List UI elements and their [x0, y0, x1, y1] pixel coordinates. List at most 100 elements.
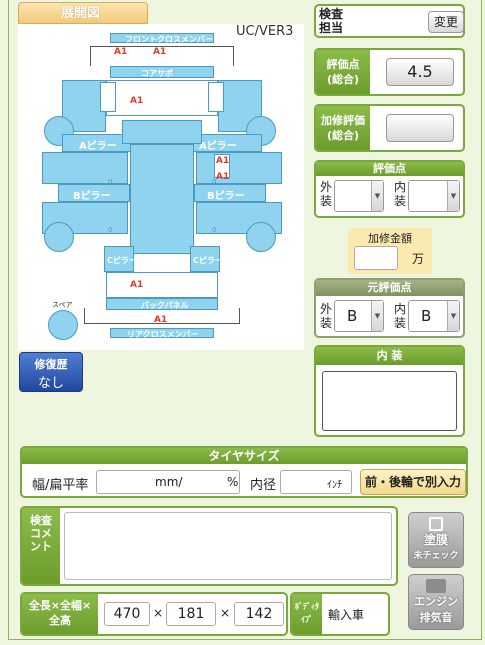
body-type-label: ﾎﾞﾃﾞｨﾀｲﾌﾟ: [292, 594, 322, 634]
spray-icon: [429, 517, 443, 531]
version-label: UC/VER3: [236, 24, 294, 39]
zero-mark: 0: [212, 226, 217, 234]
dimensions-box: 全長×全幅×全高 470 × 181 × 142: [20, 592, 288, 636]
repair-score-box: 加修評価(総合): [314, 104, 465, 152]
times-sign: ×: [220, 606, 231, 620]
comment-label-text: 検査コメント: [30, 514, 52, 553]
roof[interactable]: [130, 144, 194, 254]
rating-exterior-select[interactable]: ▼: [334, 180, 384, 212]
spare-tire[interactable]: [48, 310, 78, 340]
body-type-value[interactable]: 輸入車: [328, 606, 364, 623]
tire-inner-label: 内径: [250, 478, 277, 493]
dropdown-arrow-icon: ▼: [447, 181, 459, 211]
c-pillar-right[interactable]: Cピラー: [190, 246, 223, 272]
engine-sound-line2: 排気音: [419, 611, 453, 624]
original-interior-label: 内装: [394, 302, 407, 330]
height-input[interactable]: 142: [234, 602, 284, 626]
original-rating-box: 元評価点 外装 B ▼ 内装 B ▼: [314, 278, 465, 338]
rating-interior-select[interactable]: ▼: [408, 180, 460, 212]
comment-label: 検査コメント: [22, 508, 60, 584]
original-exterior-label: 外装: [320, 302, 333, 330]
tire-pct-unit: %: [227, 475, 239, 489]
tire-inner-input[interactable]: ｲﾝﾁ: [280, 470, 352, 494]
b-pillar-left-label: Bピラー: [73, 191, 111, 202]
a-pillar-right-label: Aピラー: [199, 141, 237, 152]
tire-width-label: 幅/扁平率: [32, 478, 89, 493]
original-exterior-select[interactable]: B ▼: [334, 300, 384, 332]
repair-score-label: 加修評価(総合): [316, 106, 370, 150]
b-pillar-right-label: Bピラー: [207, 191, 245, 202]
comment-textarea[interactable]: [64, 512, 392, 580]
damage-mark: A1: [154, 315, 168, 325]
interior-box: 内 装: [314, 345, 465, 437]
width-input[interactable]: 181: [166, 602, 216, 626]
length-input[interactable]: 470: [104, 602, 150, 626]
zero-mark: 0: [108, 226, 113, 234]
tire-box: タイヤサイズ 幅/扁平率 mm/ % 内径 ｲﾝﾁ 前・後輪で別入力: [20, 446, 468, 498]
front-cross-member[interactable]: フロントクロスメンバー: [110, 33, 214, 44]
windshield[interactable]: [122, 120, 202, 144]
engine-icon: [426, 579, 446, 593]
body-type-box: ﾎﾞﾃﾞｨﾀｲﾌﾟ 輸入車: [290, 592, 390, 636]
dropdown-arrow-icon: ▼: [447, 301, 459, 331]
original-exterior-value: B: [347, 307, 358, 325]
original-interior-select[interactable]: B ▼: [408, 300, 460, 332]
comment-box: 検査コメント: [20, 506, 398, 586]
paint-check-line2: 未チェック: [413, 551, 459, 561]
core-support[interactable]: コアサポ: [110, 66, 214, 78]
hood[interactable]: [106, 80, 218, 116]
tire-width-input[interactable]: mm/ %: [96, 470, 240, 494]
repair-history-value: なし: [37, 376, 64, 391]
zero-mark: 0: [212, 178, 217, 186]
rating-exterior-label: 外装: [320, 180, 333, 208]
rating-interior-label: 内装: [394, 180, 407, 208]
core-support-label: コアサポ: [141, 69, 173, 78]
repair-history-button[interactable]: 修復歴 なし: [19, 352, 83, 392]
tire-split-button[interactable]: 前・後輪で別入力: [360, 469, 466, 495]
tenkai-tab[interactable]: 展開図: [18, 2, 148, 24]
fender-inner-right[interactable]: [208, 82, 224, 112]
wheel-rear-right[interactable]: [246, 222, 276, 252]
dropdown-arrow-icon: ▼: [371, 301, 383, 331]
front-door-right[interactable]: [196, 152, 282, 184]
tire-inch-unit: ｲﾝﾁ: [327, 480, 342, 491]
damage-mark: A1: [130, 96, 144, 106]
repair-amount-unit: 万: [412, 252, 425, 266]
rear-cross-member[interactable]: リアクロスメンバー: [110, 328, 214, 339]
score-value[interactable]: 4.5: [386, 58, 454, 86]
car-diagram[interactable]: フロントクロスメンバー A1 A1 コアサポ A1 Aピラー Aピラー A1 A…: [18, 24, 304, 350]
repair-amount-label: 加修金額: [368, 232, 412, 245]
score-label: 評価点(総合): [316, 50, 370, 94]
front-door-left[interactable]: [42, 152, 128, 184]
c-pillar-left[interactable]: Cピラー: [104, 246, 137, 272]
damage-mark: A1: [114, 47, 128, 57]
tire-mm-unit: mm/: [155, 475, 183, 489]
c-pillar-left-label: Cピラー: [107, 256, 137, 265]
b-pillar-left[interactable]: Bピラー: [58, 184, 130, 202]
score-box: 評価点(総合) 4.5: [314, 48, 465, 96]
trunk-lid[interactable]: [106, 272, 218, 298]
a-pillar-left-label: Aピラー: [79, 141, 117, 152]
repair-amount-input[interactable]: [354, 246, 398, 270]
rear-cross-member-label: リアクロスメンバー: [127, 330, 199, 339]
tire-header: タイヤサイズ: [22, 448, 466, 464]
engine-sound-line1: エンジン: [414, 595, 458, 608]
original-rating-header: 元評価点: [316, 280, 463, 296]
paint-check-button[interactable]: 塗膜 未チェック: [408, 512, 464, 568]
damage-mark: A1: [153, 47, 167, 57]
b-pillar-right[interactable]: Bピラー: [194, 184, 266, 202]
engine-sound-button[interactable]: エンジン 排気音: [408, 574, 464, 630]
inspector-box: 検査担当 変更: [314, 4, 465, 38]
original-interior-value: B: [421, 307, 432, 325]
times-sign: ×: [153, 606, 164, 620]
change-button[interactable]: 変更: [428, 11, 464, 33]
fender-inner-left[interactable]: [100, 82, 116, 112]
wheel-rear-left[interactable]: [44, 222, 74, 252]
c-pillar-right-label: Cピラー: [193, 256, 223, 265]
repair-score-value[interactable]: [386, 114, 454, 142]
damage-mark: A1: [216, 172, 230, 182]
interior-textarea[interactable]: [322, 371, 457, 431]
spare-label: スペア: [52, 301, 73, 309]
dropdown-arrow-icon: ▼: [371, 181, 383, 211]
front-cross-member-label: フロントクロスメンバー: [125, 35, 213, 44]
